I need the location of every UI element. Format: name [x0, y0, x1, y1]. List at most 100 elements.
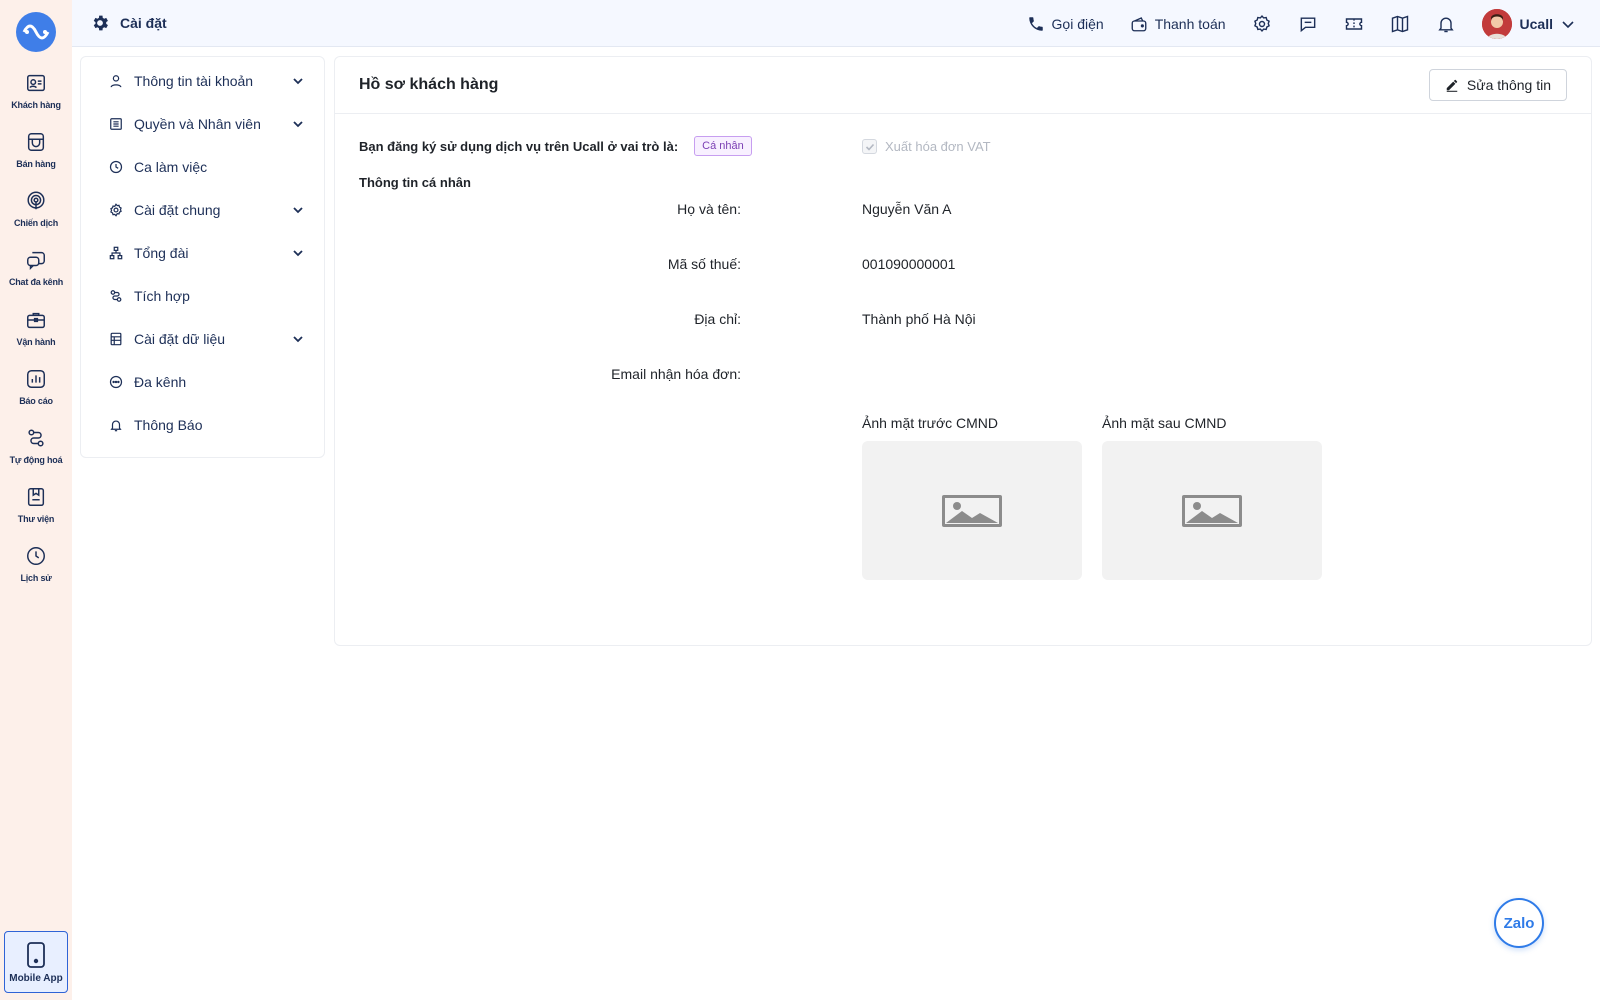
rail-item-library[interactable]: Thư viện: [0, 486, 72, 540]
edit-info-button[interactable]: Sửa thông tin: [1428, 69, 1567, 101]
id-front-label: Ảnh mặt trước CMND: [862, 415, 999, 431]
guide-book-icon[interactable]: [1390, 14, 1410, 34]
gear-icon: [93, 15, 108, 31]
menu-item-label: Thông Báo: [134, 417, 203, 433]
rail-label: Tự động hoá: [9, 455, 63, 465]
chat-bubble-icon: [109, 375, 123, 389]
user-name: Ucall: [1519, 15, 1553, 32]
call-button[interactable]: Gọi điện: [1027, 15, 1104, 33]
menu-item-label: Tổng đài: [134, 245, 189, 261]
page-title: Cài đặt: [90, 13, 167, 33]
rail-item-sales[interactable]: Bán hàng: [0, 131, 72, 185]
bell-icon: [110, 420, 122, 432]
field-label-tax-code: Mã số thuế:: [667, 256, 741, 272]
chevron-down-icon: [1562, 20, 1574, 28]
rail-label: Chat đa kênh: [8, 277, 64, 287]
id-back-image[interactable]: [1102, 441, 1322, 580]
rail-label: Lịch sử: [20, 573, 52, 583]
field-value-tax-code: 001090000001: [862, 256, 956, 272]
store-icon: [27, 133, 45, 151]
edit-info-label: Sửa thông tin: [1466, 77, 1551, 93]
gear-icon: [110, 203, 122, 217]
menu-item-omnichannel[interactable]: Đa kênh: [81, 362, 326, 402]
id-back-label: Ảnh mặt sau CMND: [1102, 415, 1227, 431]
rail-item-customers[interactable]: Khách hàng: [0, 72, 72, 126]
settings-menu: Thông tin tài khoản Quyền và Nhân viên C…: [80, 56, 325, 458]
card-header: Hồ sơ khách hàng Sửa thông tin: [335, 57, 1591, 114]
vat-checkbox[interactable]: Xuất hóa đơn VAT: [862, 139, 991, 154]
checkmark-icon: [865, 143, 874, 151]
menu-item-label: Thông tin tài khoản: [134, 73, 254, 89]
rail-label: Thư viện: [17, 514, 55, 524]
menu-item-label: Quyền và Nhân viên: [134, 116, 261, 132]
rail-item-omnichat[interactable]: Chat đa kênh: [0, 249, 72, 303]
clock-icon: [109, 160, 123, 174]
role-badge: Cá nhân: [694, 136, 752, 156]
settings-icon[interactable]: [1252, 14, 1272, 34]
id-front-section: Ảnh mặt trước CMND: [862, 415, 1082, 580]
ticket-icon[interactable]: [1344, 14, 1364, 34]
contact-card-icon: [27, 74, 45, 92]
card-title: Hồ sơ khách hàng: [359, 76, 499, 93]
rail-label: Bán hàng: [16, 159, 56, 169]
user-menu[interactable]: Ucall: [1481, 8, 1575, 39]
rail-item-operations[interactable]: Vận hành: [0, 309, 72, 363]
history-icon: [27, 547, 45, 565]
pencil-icon: [1446, 79, 1458, 92]
menu-item-integrations[interactable]: Tích hợp: [81, 276, 326, 316]
list-doc-icon: [110, 118, 122, 130]
id-back-section: Ảnh mặt sau CMND: [1102, 415, 1322, 580]
top-actions: Gọi điện Thanh toán Ucall: [1027, 0, 1600, 47]
section-title: Thông tin cá nhân: [359, 175, 471, 190]
customer-profile-card: Hồ sơ khách hàng Sửa thông tin Bạn đăng …: [334, 56, 1592, 646]
ucall-logo-icon[interactable]: [14, 10, 58, 54]
chevron-down-icon: [293, 78, 303, 85]
image-placeholder-icon: [942, 494, 1002, 527]
role-line: Bạn đăng ký sử dụng dịch vụ trên Ucall ở…: [359, 136, 752, 156]
left-rail: Khách hàng Bán hàng Chiến dịch Chat đa k…: [0, 0, 72, 1000]
rail-label: Chiến dịch: [13, 218, 58, 228]
top-bar: Cài đặt Gọi điện Thanh toán Ucall: [72, 0, 1600, 47]
rail-label: Vận hành: [16, 337, 56, 347]
hierarchy-icon: [109, 246, 123, 260]
briefcase-icon: [27, 312, 45, 329]
menu-item-account-info[interactable]: Thông tin tài khoản: [81, 61, 326, 101]
zalo-chat-button[interactable]: Zalo: [1494, 898, 1544, 948]
menu-item-general-settings[interactable]: Cài đặt chung: [81, 190, 326, 230]
menu-item-label: Cài đặt dữ liệu: [134, 331, 226, 347]
image-placeholder-icon: [1182, 494, 1242, 527]
menu-item-label: Ca làm việc: [134, 159, 208, 175]
menu-item-roles-staff[interactable]: Quyền và Nhân viên: [81, 104, 326, 144]
role-question: Bạn đăng ký sử dụng dịch vụ trên Ucall ở…: [359, 138, 679, 154]
report-icon: [27, 370, 45, 388]
menu-item-shifts[interactable]: Ca làm việc: [81, 147, 326, 187]
wallet-icon: [1131, 16, 1147, 31]
zalo-logo-text: Zalo: [1503, 914, 1535, 932]
rail-item-automation[interactable]: Tự động hoá: [0, 427, 72, 481]
menu-item-notifications[interactable]: Thông Báo: [81, 405, 326, 445]
vat-label: Xuất hóa đơn VAT: [885, 139, 991, 154]
rail-item-history[interactable]: Lịch sử: [0, 545, 72, 599]
menu-item-data-settings[interactable]: Cài đặt dữ liệu: [81, 319, 326, 359]
library-icon: [27, 488, 45, 506]
phone-icon: [1028, 16, 1043, 31]
rail-item-campaigns[interactable]: Chiến dịch: [0, 190, 72, 244]
rail-item-reports[interactable]: Báo cáo: [0, 368, 72, 422]
rail-label: Khách hàng: [11, 100, 61, 110]
chevron-down-icon: [293, 121, 303, 128]
page-title-text: Cài đặt: [120, 15, 167, 31]
id-front-image[interactable]: [862, 441, 1082, 580]
menu-item-switchboard[interactable]: Tổng đài: [81, 233, 326, 273]
field-value-fullname: Nguyễn Văn A: [862, 201, 952, 217]
rail-label: Báo cáo: [19, 396, 53, 406]
payment-label: Thanh toán: [1154, 15, 1226, 32]
user-icon: [110, 75, 122, 88]
message-icon[interactable]: [1298, 14, 1318, 34]
menu-item-label: Đa kênh: [134, 374, 187, 390]
payment-button[interactable]: Thanh toán: [1130, 15, 1226, 33]
chevron-down-icon: [293, 207, 303, 214]
mobile-app-label: Mobile App: [9, 972, 63, 984]
field-label-invoice-email: Email nhận hóa đơn:: [611, 366, 741, 382]
mobile-app-button[interactable]: Mobile App: [4, 931, 68, 993]
bell-icon[interactable]: [1436, 14, 1456, 34]
